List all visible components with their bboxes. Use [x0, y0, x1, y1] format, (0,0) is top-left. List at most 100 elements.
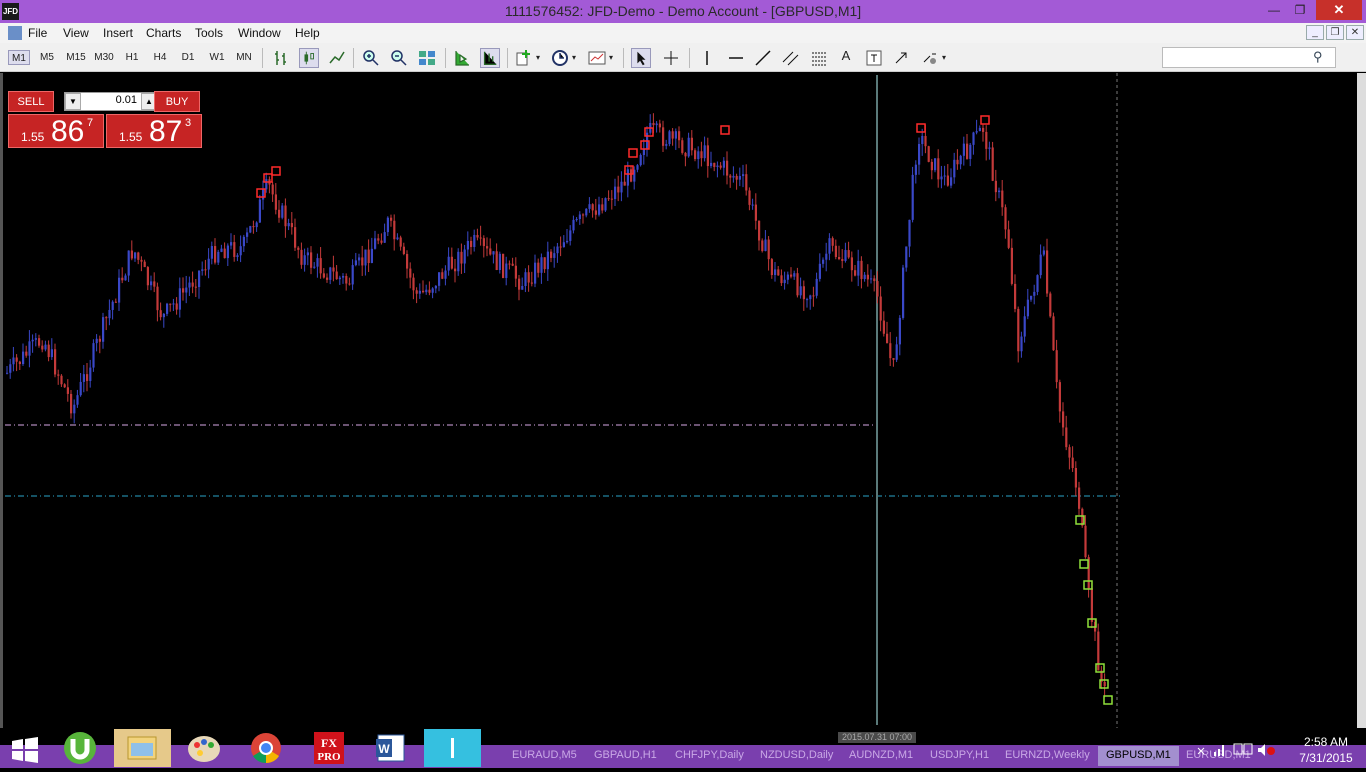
metatrader-taskbar-button[interactable]	[424, 729, 481, 767]
child-restore-icon[interactable]: ❐	[1326, 25, 1344, 40]
chart-tab-active[interactable]: GBPUSD,M1	[1098, 746, 1179, 766]
timeframe-mn[interactable]: MN	[233, 50, 255, 65]
fibonacci-icon[interactable]	[809, 48, 829, 68]
window-title: 1111576452: JFD-Demo - Demo Account - [G…	[504, 3, 862, 19]
lot-size-field[interactable]: ▼ 0.01 ▲	[64, 92, 158, 111]
markers-group	[256, 115, 1113, 705]
autoscroll-icon[interactable]	[480, 48, 500, 68]
chart-tab[interactable]: USDJPY,H1	[930, 749, 989, 761]
restore-button[interactable]: ❐	[1286, 0, 1314, 21]
chart-tab[interactable]: NZDUSD,Daily	[760, 749, 833, 761]
timeframe-m5[interactable]: M5	[36, 50, 58, 65]
line-chart-icon[interactable]	[327, 48, 347, 68]
periods-dropdown-icon[interactable]: ▾	[570, 50, 578, 65]
search-icon[interactable]: ⚲	[1313, 49, 1323, 65]
chart-tab[interactable]: EURAUD,M5	[512, 749, 577, 761]
zoom-in-icon[interactable]	[361, 48, 381, 68]
menu-window[interactable]: Window	[238, 26, 281, 40]
crosshair-icon[interactable]	[661, 48, 681, 68]
lot-decrease-icon[interactable]: ▼	[65, 93, 81, 110]
folder-icon	[127, 736, 157, 760]
child-close-icon[interactable]: ✕	[1346, 25, 1364, 40]
vertical-scrollbar[interactable]	[1357, 73, 1366, 728]
vertical-line-icon[interactable]	[697, 48, 717, 68]
menu-insert[interactable]: Insert	[103, 26, 133, 40]
cursor-icon[interactable]	[631, 48, 651, 68]
candle-body	[326, 277, 329, 280]
document-icon[interactable]	[8, 26, 22, 40]
sell-price[interactable]: 1.55 86 7	[8, 114, 104, 148]
menu-view[interactable]: View	[63, 26, 89, 40]
indicators-dropdown-icon[interactable]: ▾	[534, 50, 542, 65]
candle-body	[329, 267, 332, 280]
candle-body	[700, 151, 703, 159]
chart-tab[interactable]: EURNZD,Weekly	[1005, 749, 1090, 761]
system-clock[interactable]: 2:58 AM 7/31/2015	[1286, 734, 1366, 766]
volume-muted-icon[interactable]	[1258, 744, 1275, 756]
buy-button[interactable]: BUY	[154, 91, 200, 112]
file-explorer-taskbar-button[interactable]	[114, 729, 171, 767]
candle-body	[370, 248, 373, 263]
menu-file[interactable]: File	[28, 26, 47, 40]
candle-body	[918, 143, 921, 165]
candle-body	[300, 249, 303, 265]
cursor-time-label: 2015.07.31 07:00	[838, 732, 916, 743]
price-chart[interactable]	[0, 73, 1366, 728]
candle-body	[98, 338, 101, 342]
candle-body	[1052, 316, 1055, 351]
timeframe-m1[interactable]: M1	[8, 50, 30, 65]
close-button[interactable]: ✕	[1316, 0, 1362, 20]
start-button[interactable]	[0, 729, 50, 767]
timeframe-w1[interactable]: W1	[206, 50, 228, 65]
arrow-mark-icon[interactable]	[892, 48, 912, 68]
objects-dropdown-icon[interactable]: ▾	[940, 50, 948, 65]
chart-tab[interactable]: AUDNZD,M1	[849, 749, 913, 761]
candle-body	[684, 152, 687, 157]
timeframe-d1[interactable]: D1	[178, 50, 198, 65]
candle-body	[770, 259, 773, 276]
timeframe-m30[interactable]: M30	[92, 50, 116, 65]
horizontal-line-icon[interactable]	[726, 48, 746, 68]
network-icon[interactable]	[1233, 743, 1253, 755]
candle-body	[246, 232, 249, 237]
tile-windows-icon[interactable]	[417, 48, 437, 68]
candle-body	[86, 374, 89, 381]
equidistant-channel-icon[interactable]	[781, 48, 801, 68]
minimize-button[interactable]: —	[1260, 0, 1288, 21]
periods-clock-icon[interactable]	[550, 48, 570, 68]
signal-icon[interactable]	[1214, 745, 1224, 756]
utorrent-taskbar-button[interactable]	[52, 729, 109, 767]
text-tool-icon[interactable]: A	[839, 48, 853, 63]
word-taskbar-button[interactable]: W	[362, 729, 419, 767]
trendline-icon[interactable]	[753, 48, 773, 68]
candle-body	[828, 238, 831, 254]
chrome-taskbar-button[interactable]	[238, 729, 295, 767]
menu-help[interactable]: Help	[295, 26, 320, 40]
objects-icon[interactable]	[920, 48, 940, 68]
templates-dropdown-icon[interactable]: ▾	[607, 50, 615, 65]
search-input[interactable]	[1162, 47, 1336, 68]
candle-body	[66, 387, 69, 394]
chart-tab[interactable]: CHFJPY,Daily	[675, 749, 744, 761]
buy-price[interactable]: 1.55 87 3	[106, 114, 202, 148]
candle-body	[863, 274, 866, 279]
sell-button[interactable]: SELL	[8, 91, 54, 112]
paint-taskbar-button[interactable]	[176, 729, 233, 767]
bar-chart-icon[interactable]	[272, 48, 292, 68]
fxpro-taskbar-button[interactable]: FX PRO	[300, 729, 357, 767]
indicators-icon[interactable]	[514, 48, 534, 68]
zoom-out-icon[interactable]	[389, 48, 409, 68]
text-label-icon[interactable]	[864, 48, 884, 68]
candle-body	[834, 245, 837, 258]
menu-charts[interactable]: Charts	[146, 26, 181, 40]
chart-shift-icon[interactable]	[452, 48, 472, 68]
child-minimize-icon[interactable]: _	[1306, 25, 1324, 40]
timeframe-m15[interactable]: M15	[64, 50, 88, 65]
candlestick-icon[interactable]	[299, 48, 319, 68]
timeframe-h4[interactable]: H4	[150, 50, 170, 65]
chevron-up-icon[interactable]	[1197, 747, 1205, 755]
menu-tools[interactable]: Tools	[195, 26, 223, 40]
timeframe-h1[interactable]: H1	[122, 50, 142, 65]
chart-tab[interactable]: GBPAUD,H1	[594, 749, 657, 761]
templates-icon[interactable]	[587, 48, 607, 68]
